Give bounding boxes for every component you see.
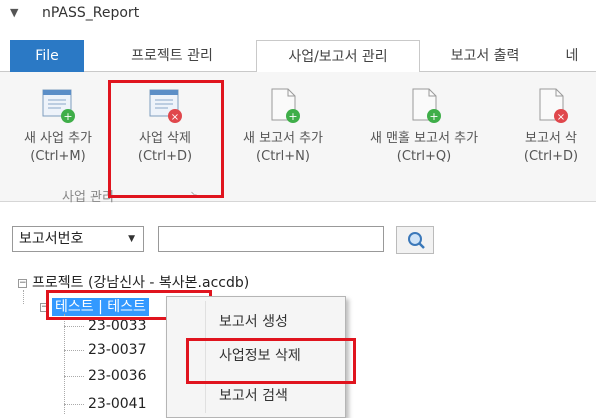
tree-line	[64, 404, 84, 405]
ribbon-panel: + 새 사업 추가 (Ctrl+M) × 사업 삭제 (Ctrl+D) 사업 관…	[0, 72, 596, 205]
app-title: nPASS_Report	[42, 5, 140, 21]
search-icon	[408, 232, 425, 249]
svg-text:+: +	[429, 110, 438, 123]
tree-line	[23, 290, 24, 304]
menu-item-create-report[interactable]: 보고서 생성	[219, 311, 288, 331]
tab-report-output[interactable]: 보고서 출력	[430, 40, 540, 72]
search-button[interactable]	[396, 226, 434, 254]
highlight-delete-business-info	[186, 338, 356, 384]
delete-report-button[interactable]: × 보고서 삭 (Ctrl+D)	[506, 80, 596, 180]
ribbon-group-label: 사업 관리	[62, 190, 114, 205]
chevron-down-icon: ▼	[128, 234, 135, 244]
title-bar: ▼ nPASS_Report	[0, 0, 596, 30]
tree-line	[64, 350, 84, 351]
svg-text:+: +	[288, 110, 297, 123]
tab-project-management[interactable]: 프로젝트 관리	[104, 40, 240, 72]
tree-line	[64, 326, 84, 327]
ribbon-tabs: File 프로젝트 관리 사업/보고서 관리 보고서 출력 네	[0, 40, 596, 73]
add-project-icon: +	[41, 86, 75, 126]
tab-file[interactable]: File	[10, 40, 84, 72]
search-field-combo[interactable]: 보고서번호 ▼	[12, 226, 144, 252]
add-report-button[interactable]: + 새 보고서 추가 (Ctrl+N)	[228, 80, 338, 180]
tree-root-node[interactable]: 프로젝트 (강남신사 - 복사본.accdb)	[32, 272, 249, 292]
tree-child-node[interactable]: 23-0041	[88, 396, 147, 412]
add-manhole-report-icon: +	[407, 86, 441, 126]
svg-text:×: ×	[557, 112, 565, 123]
tab-business-report-management[interactable]: 사업/보고서 관리	[256, 40, 420, 73]
highlight-delete-project	[108, 80, 224, 198]
tree-child-node[interactable]: 23-0036	[88, 368, 147, 384]
delete-report-icon: ×	[534, 86, 568, 126]
menu-item-search-report[interactable]: 보고서 검색	[219, 385, 288, 405]
tree-child-node[interactable]: 23-0037	[88, 342, 147, 358]
add-project-button[interactable]: + 새 사업 추가 (Ctrl+M)	[8, 80, 108, 180]
tree-line	[64, 314, 65, 414]
add-report-icon: +	[266, 86, 300, 126]
tree-child-node[interactable]: 23-0033	[88, 318, 147, 334]
tab-more[interactable]: 네	[552, 40, 592, 72]
tree-line	[64, 376, 84, 377]
svg-text:+: +	[63, 110, 72, 123]
quick-access-dropdown-icon[interactable]: ▼	[10, 6, 18, 19]
tree-collapse-icon[interactable]: −	[18, 279, 27, 288]
search-input[interactable]	[158, 226, 384, 252]
add-manhole-report-button[interactable]: + 새 맨홀 보고서 추가 (Ctrl+Q)	[350, 80, 498, 180]
